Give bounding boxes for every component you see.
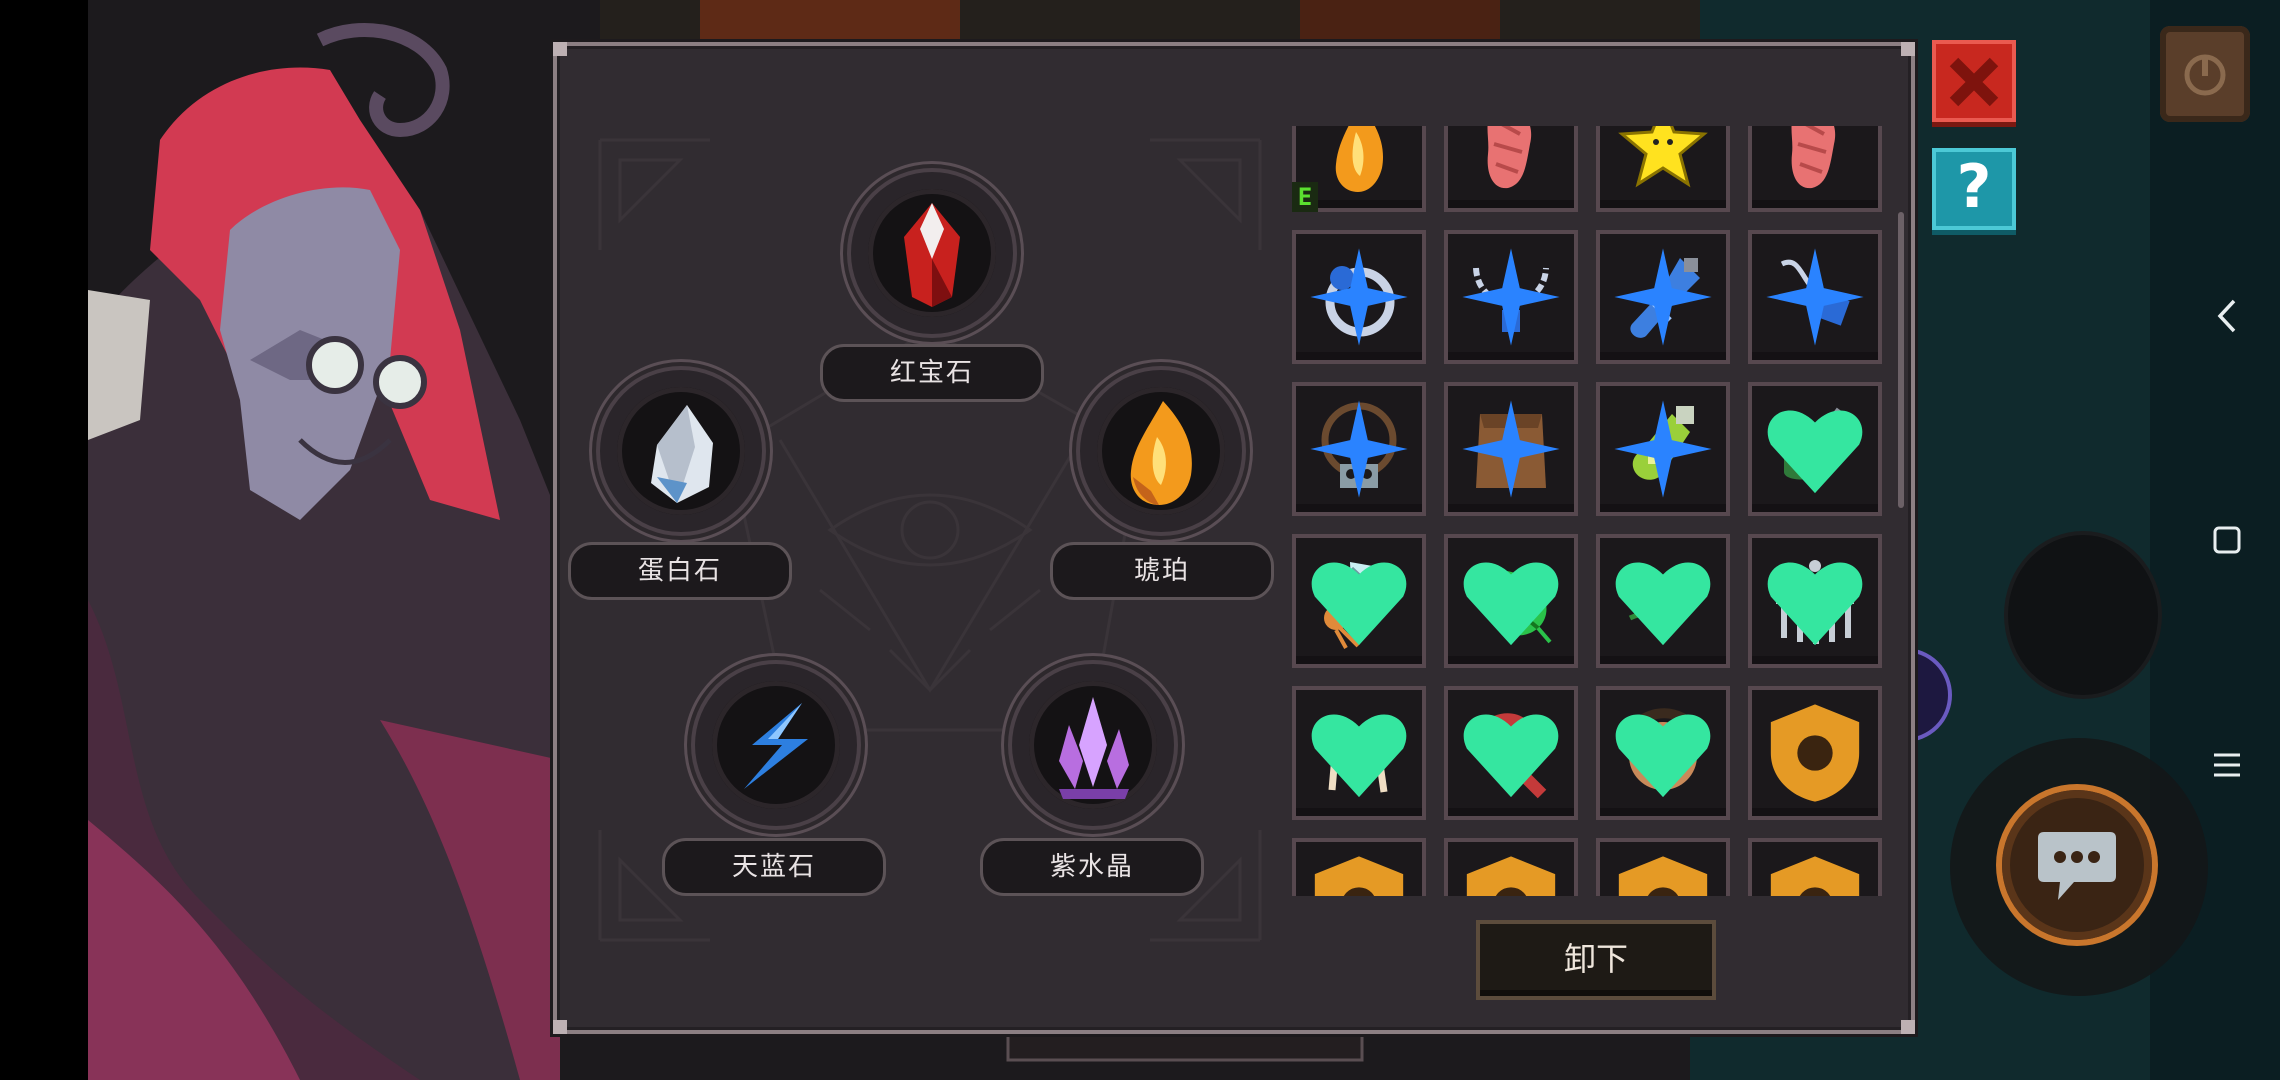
sparkle-badge-icon	[1310, 248, 1408, 346]
heart-badge-icon	[1311, 714, 1407, 798]
heart-badge-icon	[1615, 714, 1711, 798]
inventory-slot[interactable]	[1444, 126, 1578, 212]
heart-badge-icon	[1311, 562, 1407, 646]
inventory-slot[interactable]: E	[1292, 126, 1426, 212]
sparkle-badge-icon	[1766, 248, 1864, 346]
inventory-slot[interactable]	[1596, 534, 1730, 668]
opal-gem-icon	[651, 405, 713, 503]
inventory-slot[interactable]	[1292, 686, 1426, 820]
amber-gem-icon	[1335, 126, 1383, 192]
yellow-star-icon	[1618, 126, 1708, 188]
chat-button[interactable]	[2002, 790, 2152, 940]
heart-badge-icon	[1767, 410, 1863, 494]
menu-lines-icon[interactable]	[2212, 750, 2242, 780]
inventory-slot[interactable]	[1444, 230, 1578, 364]
inventory-slot[interactable]	[1748, 838, 1882, 896]
inventory-slot[interactable]	[1748, 230, 1882, 364]
ruby-label: 红宝石	[820, 344, 1044, 402]
back-arrow-icon[interactable]	[2212, 298, 2242, 334]
opal-label: 蛋白石	[568, 542, 792, 600]
help-button[interactable]: ?	[1932, 148, 2016, 230]
amber-socket[interactable]	[1080, 370, 1242, 532]
amethyst-gem-icon	[1059, 697, 1129, 799]
sparkle-badge-icon	[1614, 248, 1712, 346]
inventory-slot[interactable]	[1748, 686, 1882, 820]
inventory-slot[interactable]	[1444, 686, 1578, 820]
inventory-slot[interactable]	[1444, 838, 1578, 896]
shield-badge-icon	[1314, 856, 1404, 896]
backpack-icon	[2184, 54, 2226, 96]
inventory-slot[interactable]	[1292, 838, 1426, 896]
inventory-slot[interactable]	[1596, 838, 1730, 896]
unload-button[interactable]: 卸下	[1476, 920, 1716, 1000]
inventory-slot[interactable]	[1292, 534, 1426, 668]
inventory-grid[interactable]: E	[1288, 126, 1884, 896]
ruby-socket[interactable]	[851, 172, 1013, 334]
shield-badge-icon	[1466, 856, 1556, 896]
amber-gem-icon	[1130, 401, 1192, 505]
ruby-gem-icon	[904, 203, 960, 307]
shield-badge-icon	[1618, 856, 1708, 896]
inventory-slot[interactable]	[1748, 534, 1882, 668]
sparkle-badge-icon	[1462, 400, 1560, 498]
sapphire-socket[interactable]	[695, 664, 857, 826]
backpack-button[interactable]	[2160, 26, 2250, 122]
red-meat-icon	[1487, 126, 1532, 189]
inventory-slot[interactable]	[1748, 382, 1882, 516]
inventory-slot[interactable]	[1292, 382, 1426, 516]
inventory-slot[interactable]	[1292, 230, 1426, 364]
inventory-slot[interactable]	[1596, 686, 1730, 820]
inventory-slot[interactable]	[1444, 534, 1578, 668]
sparkle-badge-icon	[1462, 248, 1560, 346]
close-icon	[1949, 57, 1999, 107]
heart-badge-icon	[1615, 562, 1711, 646]
amethyst-socket[interactable]	[1012, 664, 1174, 826]
inventory-slot[interactable]	[1748, 126, 1882, 212]
sparkle-badge-icon	[1614, 400, 1712, 498]
close-button[interactable]	[1932, 40, 2016, 122]
heart-badge-icon	[1463, 714, 1559, 798]
inventory-slot[interactable]	[1444, 382, 1578, 516]
heart-badge-icon	[1463, 562, 1559, 646]
shield-badge-icon	[1770, 704, 1860, 802]
opal-socket[interactable]	[600, 370, 762, 532]
chat-bubble-icon	[2038, 832, 2116, 900]
inventory-scrollbar[interactable]	[1898, 212, 1904, 508]
sapphire-gem-icon	[744, 703, 808, 789]
attack-joystick[interactable]	[2008, 535, 2158, 695]
shield-badge-icon	[1770, 856, 1860, 896]
heart-badge-icon	[1767, 562, 1863, 646]
inventory-slot[interactable]	[1596, 382, 1730, 516]
sparkle-badge-icon	[1310, 400, 1408, 498]
inventory-slot[interactable]	[1596, 230, 1730, 364]
inventory-slot[interactable]	[1596, 126, 1730, 212]
equipped-badge: E	[1292, 182, 1318, 212]
red-meat-icon	[1791, 126, 1836, 189]
sapphire-label: 天蓝石	[662, 838, 886, 896]
home-square-icon[interactable]	[2212, 524, 2242, 556]
amethyst-label: 紫水晶	[980, 838, 1204, 896]
amber-label: 琥珀	[1050, 542, 1274, 600]
